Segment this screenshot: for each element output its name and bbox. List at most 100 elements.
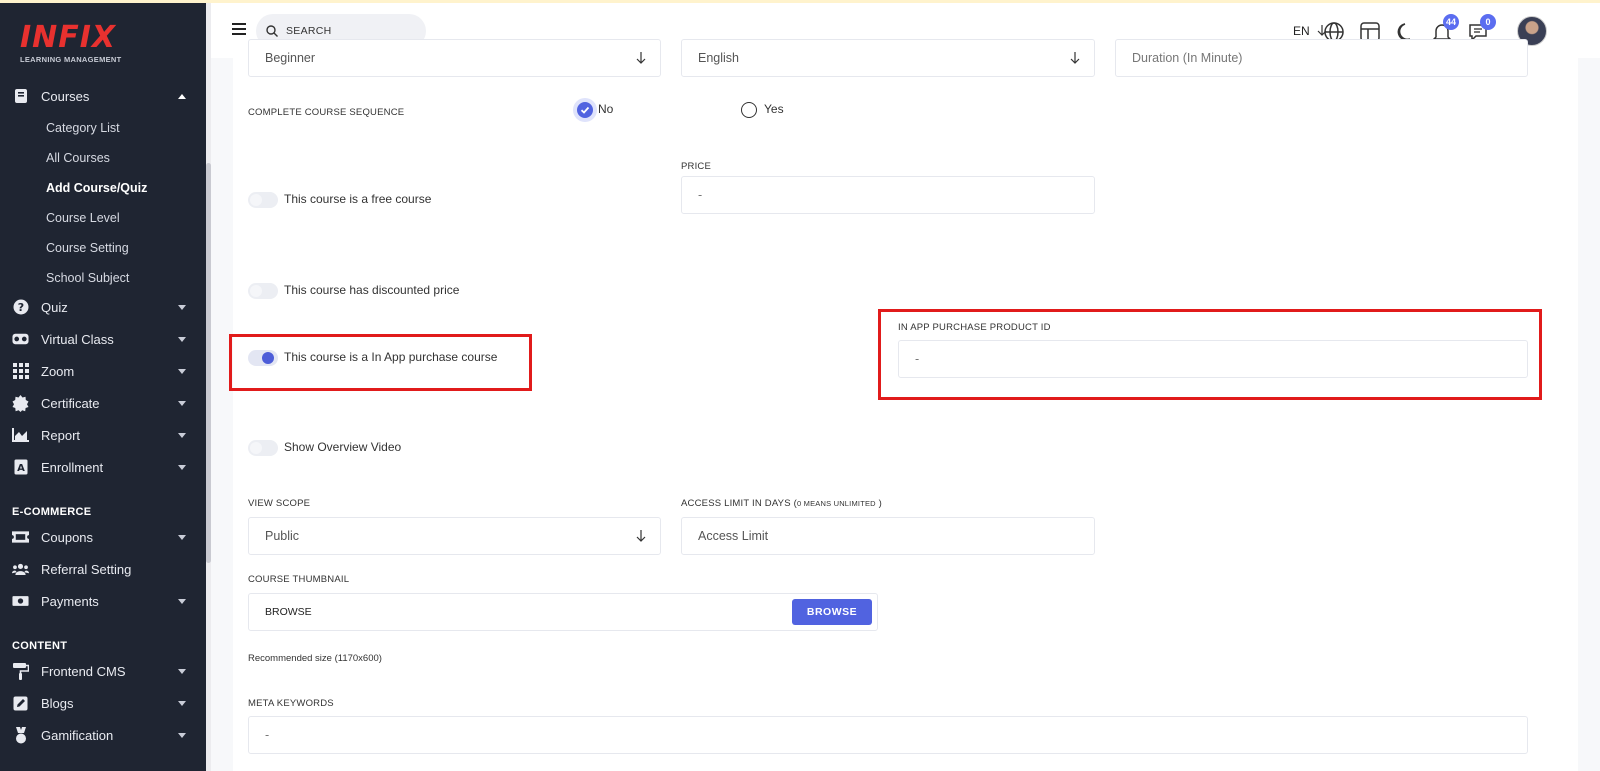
sidebar-item-label: Blogs bbox=[41, 695, 74, 711]
sidebar-item-frontend-cms[interactable]: Frontend CMS bbox=[0, 657, 206, 685]
access-limit-placeholder: Access Limit bbox=[698, 529, 769, 543]
free-course-label: This course is a free course bbox=[284, 192, 432, 206]
chevron-down-icon bbox=[178, 534, 186, 540]
sidebar-subitem-add-course-quiz[interactable]: Add Course/Quiz bbox=[46, 181, 147, 195]
grid-icon bbox=[12, 363, 29, 380]
inapp-id-value: - bbox=[915, 352, 920, 366]
sidebar-item-label: Report bbox=[41, 427, 81, 443]
sidebar-item-label: Payments bbox=[41, 593, 99, 609]
meta-keywords-input[interactable]: - bbox=[248, 716, 1528, 754]
sidebar-subitem-course-setting[interactable]: Course Setting bbox=[46, 241, 129, 255]
sidebar-item-virtual-class[interactable]: Virtual Class bbox=[0, 325, 206, 353]
sidebar-item-quiz[interactable]: ? Quiz bbox=[0, 293, 206, 321]
complete-sequence-label: COMPLETE COURSE SEQUENCE bbox=[248, 107, 405, 118]
language-select-value: English bbox=[698, 51, 739, 65]
vr-headset-icon bbox=[12, 331, 29, 348]
brand-logo[interactable]: INFIX LEARNING MANAGEMENT bbox=[20, 20, 122, 65]
section-title-content: CONTENT bbox=[12, 640, 68, 652]
sidebar-item-referral-setting[interactable]: Referral Setting bbox=[0, 555, 206, 583]
sidebar-item-label: Coupons bbox=[41, 529, 94, 545]
search-icon bbox=[266, 25, 278, 37]
inapp-id-input[interactable]: - bbox=[898, 340, 1528, 378]
price-label: PRICE bbox=[681, 161, 712, 172]
notification-badge: 44 bbox=[1443, 14, 1459, 30]
free-course-toggle[interactable] bbox=[248, 192, 278, 208]
price-value: - bbox=[698, 188, 703, 202]
chevron-down-icon bbox=[178, 432, 186, 438]
main-content: Beginner English Duration (In Minute) CO… bbox=[211, 39, 1600, 771]
chevron-down-icon bbox=[178, 400, 186, 406]
sidebar-item-label: Enrollment bbox=[41, 459, 104, 475]
browse-button[interactable]: BROWSE bbox=[792, 599, 872, 625]
chevron-down-icon bbox=[178, 700, 186, 706]
thumbnail-file-input[interactable]: BROWSE bbox=[248, 593, 878, 631]
sidebar-item-label: Certificate bbox=[41, 395, 100, 411]
chevron-down-icon bbox=[178, 598, 186, 604]
access-limit-input[interactable]: Access Limit bbox=[681, 517, 1095, 555]
logo-text: INFIX bbox=[20, 20, 117, 55]
sidebar-subitem-school-subject[interactable]: School Subject bbox=[46, 271, 129, 285]
sidebar-item-label: Gamification bbox=[41, 727, 114, 743]
sidebar-item-label: Referral Setting bbox=[41, 561, 132, 577]
sidebar-item-label: Virtual Class bbox=[41, 331, 114, 347]
sidebar-item-zoom[interactable]: Zoom bbox=[0, 357, 206, 385]
arrow-down-icon bbox=[636, 52, 646, 64]
arrow-down-icon bbox=[1070, 52, 1080, 64]
menu-toggle-icon[interactable] bbox=[232, 23, 246, 35]
users-icon bbox=[12, 561, 29, 578]
duration-input[interactable]: Duration (In Minute) bbox=[1115, 39, 1528, 77]
inapp-purchase-toggle[interactable] bbox=[248, 350, 278, 366]
course-form-card: Beginner English Duration (In Minute) CO… bbox=[229, 39, 1578, 771]
sidebar-item-courses[interactable]: Courses bbox=[0, 82, 206, 110]
level-select[interactable]: Beginner bbox=[248, 39, 661, 77]
language-select[interactable]: English bbox=[681, 39, 1095, 77]
money-icon bbox=[12, 593, 29, 610]
sidebar-subitem-course-level[interactable]: Course Level bbox=[46, 211, 120, 225]
thumbnail-file-value: BROWSE bbox=[265, 606, 312, 618]
edit-icon bbox=[12, 695, 29, 712]
price-input[interactable]: - bbox=[681, 176, 1095, 214]
sidebar-item-enrollment[interactable]: A Enrollment bbox=[0, 453, 206, 481]
thumbnail-label: COURSE THUMBNAIL bbox=[248, 574, 350, 585]
sidebar-item-coupons[interactable]: Coupons bbox=[0, 523, 206, 551]
certificate-icon bbox=[12, 394, 29, 412]
sidebar-item-label: Frontend CMS bbox=[41, 663, 126, 679]
svg-text:?: ? bbox=[17, 301, 23, 314]
search-input[interactable]: SEARCH bbox=[286, 25, 332, 37]
sidebar-item-certificate[interactable]: Certificate bbox=[0, 389, 206, 417]
logo-subtitle: LEARNING MANAGEMENT bbox=[20, 55, 122, 64]
chart-area-icon bbox=[12, 427, 29, 444]
sidebar-subitem-all-courses[interactable]: All Courses bbox=[46, 151, 110, 165]
overview-video-toggle[interactable] bbox=[248, 440, 278, 456]
radio-no-label: No bbox=[598, 102, 614, 116]
chevron-down-icon bbox=[178, 368, 186, 374]
chevron-down-icon bbox=[178, 464, 186, 470]
sidebar-subitem-category-list[interactable]: Category List bbox=[46, 121, 120, 135]
overview-video-label: Show Overview Video bbox=[284, 440, 402, 454]
access-limit-label: ACCESS LIMIT IN DAYS (0 MEANS UNLIMITED … bbox=[681, 498, 883, 509]
sidebar-item-blogs[interactable]: Blogs bbox=[0, 689, 206, 717]
book-icon bbox=[12, 88, 29, 105]
discount-price-toggle[interactable] bbox=[248, 283, 278, 299]
section-title-ecommerce: E-COMMERCE bbox=[12, 506, 92, 518]
sidebar-item-report[interactable]: Report bbox=[0, 421, 206, 449]
radio-yes-label: Yes bbox=[764, 102, 784, 116]
view-scope-select[interactable]: Public bbox=[248, 517, 661, 555]
discount-price-label: This course has discounted price bbox=[284, 283, 460, 297]
language-selector[interactable]: EN bbox=[1293, 24, 1327, 38]
enrollment-icon: A bbox=[12, 459, 29, 476]
inapp-purchase-label: This course is a In App purchase course bbox=[284, 350, 498, 364]
sidebar-item-gamification[interactable]: Gamification bbox=[0, 721, 206, 749]
radio-no[interactable] bbox=[577, 102, 593, 118]
check-icon bbox=[580, 106, 590, 114]
paint-roller-icon bbox=[12, 662, 29, 680]
chevron-up-icon bbox=[178, 93, 186, 99]
sidebar-item-label: Quiz bbox=[41, 299, 68, 315]
svg-text:A: A bbox=[17, 463, 25, 474]
inapp-id-label: IN APP PURCHASE PRODUCT ID bbox=[898, 322, 1051, 333]
sidebar-item-payments[interactable]: Payments bbox=[0, 587, 206, 615]
medal-icon bbox=[12, 726, 29, 744]
message-badge: 0 bbox=[1480, 14, 1496, 30]
radio-yes[interactable] bbox=[741, 102, 757, 118]
sidebar-item-label: Courses bbox=[41, 88, 90, 104]
